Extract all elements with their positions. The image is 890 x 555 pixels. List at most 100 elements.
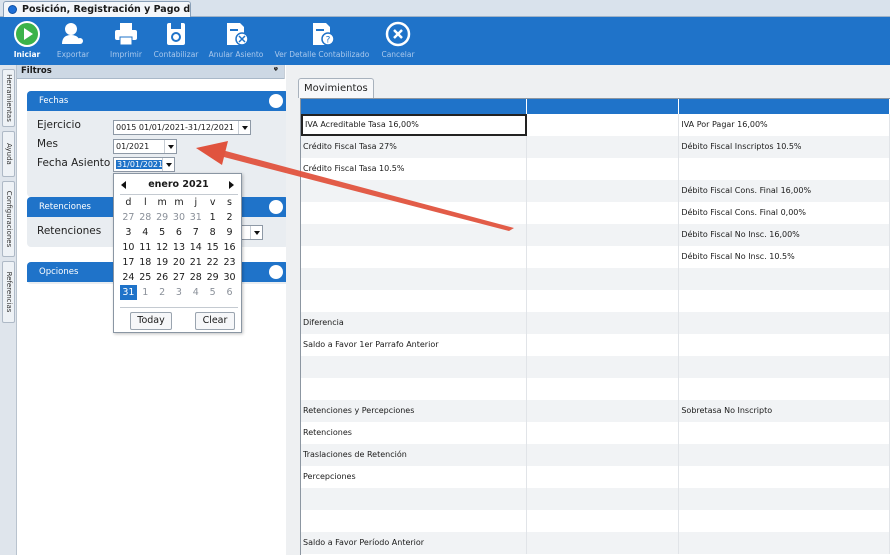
table-cell[interactable] (679, 532, 890, 554)
calendar-day[interactable]: 3 (120, 225, 137, 240)
calendar-day[interactable]: 1 (137, 285, 154, 300)
table-cell[interactable] (679, 290, 890, 312)
table-row[interactable]: Saldo a Favor 1er Parrafo Anterior (301, 334, 890, 356)
table-cell[interactable] (527, 290, 680, 312)
tab-movimientos[interactable]: Movimientos (298, 78, 374, 98)
table-cell[interactable] (527, 400, 680, 422)
grid-column-header[interactable] (527, 99, 680, 114)
table-cell[interactable] (679, 312, 890, 334)
calendar-day[interactable]: 4 (187, 285, 204, 300)
calendar-day[interactable]: 31 (187, 210, 204, 225)
table-cell[interactable] (527, 334, 680, 356)
calendar-day[interactable]: 2 (154, 285, 171, 300)
table-cell[interactable] (301, 356, 527, 378)
document-tab[interactable]: Posición, Registración y Pago del ... (3, 1, 191, 17)
table-cell[interactable]: Débito Fiscal Cons. Final 0,00% (679, 202, 890, 224)
table-row[interactable] (301, 488, 890, 510)
calendar-day[interactable]: 21 (187, 255, 204, 270)
table-row[interactable] (301, 290, 890, 312)
fechas-collapse-toggle[interactable] (269, 94, 283, 108)
calendar-day[interactable]: 10 (120, 240, 137, 255)
calendar-day[interactable]: 16 (221, 240, 238, 255)
table-cell[interactable]: IVA Por Pagar 16,00% (679, 114, 890, 136)
fecha-asiento-picker[interactable]: 31/01/2021 (113, 157, 175, 172)
calendar-day[interactable]: 20 (171, 255, 188, 270)
table-cell[interactable] (301, 224, 527, 246)
table-cell[interactable]: Débito Fiscal Inscriptos 10.5% (679, 136, 890, 158)
table-cell[interactable] (301, 290, 527, 312)
table-cell[interactable] (527, 114, 680, 136)
pin-icon[interactable]: ᵠ (274, 65, 278, 78)
table-cell[interactable]: Crédito Fiscal Tasa 10.5% (301, 158, 527, 180)
table-row[interactable] (301, 268, 890, 290)
cancelar-button[interactable]: Cancelar (378, 20, 418, 64)
calendar-day[interactable]: 27 (171, 270, 188, 285)
table-cell[interactable] (527, 488, 680, 510)
table-cell[interactable]: Sobretasa No Inscripto (679, 400, 890, 422)
next-month-icon[interactable] (229, 181, 234, 189)
calendar-day[interactable]: 5 (154, 225, 171, 240)
table-cell[interactable] (301, 202, 527, 224)
table-row[interactable]: Diferencia (301, 312, 890, 334)
table-cell[interactable] (527, 202, 680, 224)
calendar-day[interactable]: 25 (137, 270, 154, 285)
iniciar-button[interactable]: Iniciar (12, 20, 42, 64)
fechas-group-header[interactable]: Fechas (27, 91, 289, 111)
calendar-day[interactable]: 14 (187, 240, 204, 255)
table-cell[interactable] (527, 422, 680, 444)
table-row[interactable]: Crédito Fiscal Tasa 27% Débito Fiscal Ins… (301, 136, 890, 158)
table-row[interactable]: Débito Fiscal Cons. Final 0,00% (301, 202, 890, 224)
calendar-day[interactable]: 9 (221, 225, 238, 240)
today-button[interactable]: Today (130, 312, 172, 330)
table-cell[interactable] (679, 422, 890, 444)
table-cell[interactable]: IVA Acreditable Tasa 16,00% (301, 114, 527, 136)
table-row[interactable]: IVA Acreditable Tasa 16,00% IVA Por Pagar… (301, 114, 890, 136)
side-tab-herramientas[interactable]: Herramientas (2, 69, 15, 127)
table-cell[interactable] (527, 510, 680, 532)
calendar-month-label[interactable]: enero 2021 (114, 176, 243, 193)
table-cell[interactable] (679, 356, 890, 378)
table-cell[interactable]: Débito Fiscal No Insc. 10.5% (679, 246, 890, 268)
table-row[interactable]: Débito Fiscal Cons. Final 16,00% (301, 180, 890, 202)
table-cell[interactable] (301, 268, 527, 290)
clear-button[interactable]: Clear (195, 312, 235, 330)
calendar-day[interactable]: 28 (187, 270, 204, 285)
side-tab-referencias[interactable]: Referencias (2, 261, 15, 323)
table-cell[interactable] (527, 466, 680, 488)
table-cell[interactable] (527, 158, 680, 180)
table-cell[interactable] (301, 488, 527, 510)
table-cell[interactable]: Saldo a Favor 1er Parrafo Anterior (301, 334, 527, 356)
table-cell[interactable]: Percepciones (301, 466, 527, 488)
table-cell[interactable]: Débito Fiscal No Insc. 16,00% (679, 224, 890, 246)
calendar-day[interactable]: 23 (221, 255, 238, 270)
ejercicio-select[interactable]: 0015 01/01/2021-31/12/2021 (113, 120, 251, 135)
table-cell[interactable] (527, 268, 680, 290)
table-cell[interactable]: Saldo a Favor Período Anterior (301, 532, 527, 554)
calendar-day[interactable]: 15 (204, 240, 221, 255)
ver-detalle-button[interactable]: ? Ver Detalle Contabilizado (272, 20, 372, 64)
side-tab-configuraciones[interactable]: Configuraciones (2, 181, 15, 257)
side-tab-ayuda[interactable]: Ayuda (2, 131, 15, 177)
chevron-down-icon[interactable] (162, 158, 174, 171)
table-cell[interactable] (527, 246, 680, 268)
chevron-down-icon[interactable] (238, 121, 250, 134)
table-cell[interactable] (301, 246, 527, 268)
calendar-day[interactable]: 3 (171, 285, 188, 300)
table-row[interactable] (301, 510, 890, 532)
table-cell[interactable]: Traslaciones de Retención (301, 444, 527, 466)
calendar-day[interactable]: 8 (204, 225, 221, 240)
calendar-day[interactable]: 2 (221, 210, 238, 225)
table-cell[interactable] (301, 510, 527, 532)
calendar-day[interactable]: 18 (137, 255, 154, 270)
calendar-day[interactable]: 19 (154, 255, 171, 270)
calendar-day[interactable]: 27 (120, 210, 137, 225)
table-cell[interactable] (527, 180, 680, 202)
retenciones-collapse-toggle[interactable] (269, 200, 283, 214)
table-cell[interactable] (679, 378, 890, 400)
calendar-day[interactable]: 5 (204, 285, 221, 300)
calendar-day[interactable]: 30 (171, 210, 188, 225)
table-cell[interactable] (527, 532, 680, 554)
table-row[interactable]: Saldo a Favor Período Anterior (301, 532, 890, 554)
table-cell[interactable] (679, 466, 890, 488)
calendar-day[interactable]: 13 (171, 240, 188, 255)
